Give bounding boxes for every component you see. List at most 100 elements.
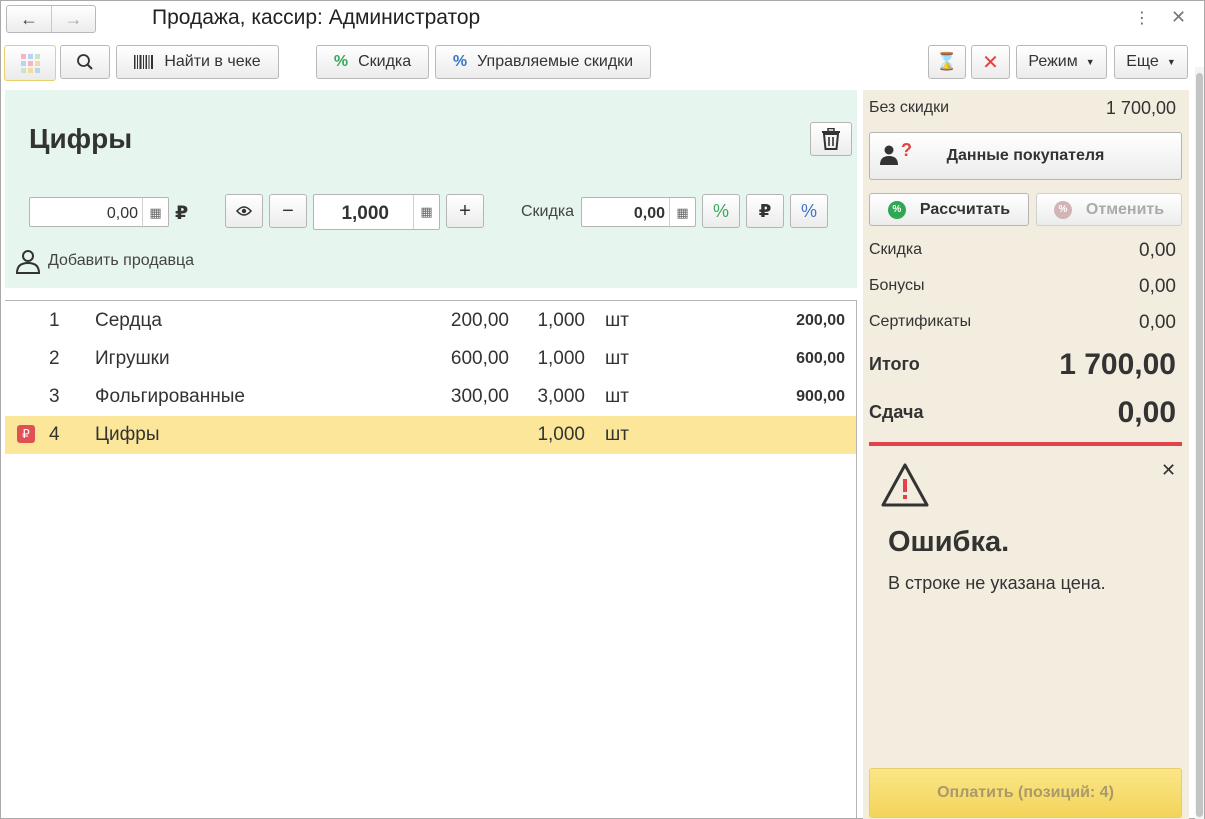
forward-button[interactable]: → (50, 6, 95, 32)
show-button[interactable] (225, 194, 263, 228)
find-in-receipt-button[interactable]: Найти в чеке (116, 45, 279, 79)
row-sum: 600,00 (796, 350, 845, 367)
certificates-line: Сертификаты 0,00 (869, 312, 1176, 333)
error-message: В строке не указана цена. (888, 573, 1106, 593)
calculator-icon[interactable]: ▦ (413, 195, 439, 229)
pay-button[interactable]: Оплатить (позиций: 4) (869, 768, 1182, 818)
back-button[interactable]: ← (7, 6, 51, 32)
more-dropdown[interactable]: Еще ▼ (1114, 45, 1188, 79)
change-line: Сдача 0,00 (869, 396, 1176, 429)
row-quantity: 3,000 (537, 386, 585, 407)
row-unit: шт (605, 310, 629, 331)
no-discount-label: Без скидки (869, 99, 950, 116)
window-title: Продажа, кассир: Администратор (152, 6, 481, 29)
scrollbar-thumb[interactable] (1196, 73, 1203, 817)
close-error-icon[interactable]: ✕ (1161, 460, 1176, 481)
table-row[interactable]: 2 Игрушки 600,00 1,000 шт 600,00 (5, 340, 856, 378)
eye-icon (236, 206, 252, 216)
row-number: 4 (49, 424, 60, 445)
add-seller-label: Добавить продавца (48, 252, 195, 269)
discount-line: Скидка 0,00 (869, 240, 1176, 261)
person-icon (15, 250, 41, 274)
scrollbar[interactable] (1195, 67, 1204, 819)
percent-icon: % (452, 53, 468, 70)
decrease-quantity-button[interactable]: − (269, 194, 307, 228)
calculate-label: Рассчитать (919, 200, 1011, 218)
mode-dropdown[interactable]: Режим ▼ (1016, 45, 1107, 79)
percent-icon: % (712, 200, 729, 221)
row-name: Игрушки (95, 348, 170, 369)
cancel-receipt-button[interactable]: ✕ (971, 45, 1010, 79)
row-unit: шт (605, 348, 629, 369)
bonuses-label: Бонусы (869, 277, 925, 294)
total-value: 1 700,00 (1059, 348, 1176, 381)
receipt-table: 1 Сердца 200,00 1,000 шт 200,00 2 Игрушк… (5, 300, 857, 818)
more-label: Еще (1126, 53, 1159, 70)
row-unit: шт (605, 424, 629, 445)
discount-field[interactable]: 0,00 ▦ (581, 197, 696, 228)
amount-discount-button[interactable]: ₽ (746, 194, 784, 228)
managed-discounts-button[interactable]: % Управляемые скидки (435, 45, 651, 79)
minus-icon: − (282, 199, 294, 222)
pay-label: Оплатить (позиций: 4) (937, 784, 1114, 801)
delete-item-button[interactable] (810, 122, 852, 156)
calculator-icon[interactable]: ▦ (669, 198, 695, 228)
bonuses-value: 0,00 (1139, 276, 1176, 297)
customer-unknown-icon: ? (880, 140, 912, 166)
search-button[interactable] (60, 45, 110, 79)
vertical-dots-icon[interactable]: ⋮ (1134, 8, 1150, 28)
arrow-right-icon: → (64, 8, 83, 29)
error-title: Ошибка. (888, 526, 1010, 558)
row-quantity: 1,000 (537, 424, 585, 445)
hourglass-icon: ⌛ (936, 52, 958, 71)
discount-button-label: Скидка (358, 53, 412, 70)
percent-icon: % (1053, 200, 1072, 219)
calculate-button[interactable]: % Рассчитать (869, 193, 1029, 226)
cancel-label: Отменить (1085, 200, 1165, 218)
increase-quantity-button[interactable]: + (446, 194, 484, 228)
certificates-value: 0,00 (1139, 312, 1176, 333)
no-price-warning-icon: ₽ (17, 425, 35, 443)
change-label: Сдача (869, 402, 924, 422)
mode-label: Режим (1028, 53, 1078, 70)
percent-discount-button[interactable]: % (702, 194, 740, 228)
currency-sign: ₽ (175, 203, 189, 224)
table-row[interactable]: 1 Сердца 200,00 1,000 шт 200,00 (5, 302, 856, 340)
trash-icon (822, 128, 840, 150)
total-label: Итого (869, 354, 920, 374)
sale-window: ← → Продажа, кассир: Администратор ⋮ ✕ Н… (0, 0, 1205, 819)
price-field[interactable]: 0,00 ▦ (29, 197, 169, 228)
row-number: 1 (49, 310, 60, 331)
price-value: 0,00 (106, 205, 138, 222)
add-seller-link[interactable]: Добавить продавца (15, 248, 194, 274)
discount-button[interactable]: % Скидка (316, 45, 429, 79)
close-icon: ✕ (982, 51, 999, 74)
table-row-selected[interactable]: ₽ 4 Цифры 1,000 шт (5, 416, 856, 454)
managed-discounts-label: Управляемые скидки (477, 53, 634, 70)
chevron-down-icon: ▼ (1166, 57, 1176, 67)
quick-products-button[interactable] (4, 45, 56, 81)
percent-icon: % (333, 53, 349, 70)
row-quantity: 1,000 (537, 310, 585, 331)
close-icon[interactable]: ✕ (1171, 7, 1186, 28)
ruble-icon: ₽ (758, 200, 772, 221)
customer-data-button[interactable]: ? Данные покупателя (869, 132, 1182, 180)
table-row[interactable]: 3 Фольгированные 300,00 3,000 шт 900,00 (5, 378, 856, 416)
arrow-left-icon: ← (19, 8, 38, 29)
certificates-label: Сертификаты (869, 313, 972, 330)
row-price: 600,00 (450, 348, 509, 369)
chevron-down-icon: ▼ (1085, 57, 1095, 67)
row-price: 200,00 (450, 310, 509, 331)
calculator-icon[interactable]: ▦ (142, 198, 168, 228)
discount-label: Скидка (869, 241, 923, 258)
quantity-field[interactable]: 1,000 ▦ (313, 194, 440, 230)
quantity-value: 1,000 (341, 203, 389, 224)
find-in-receipt-label: Найти в чеке (164, 53, 261, 70)
summary-panel: Без скидки 1 700,00 ? Данные покупателя … (863, 90, 1189, 819)
row-name: Цифры (95, 424, 160, 445)
discount-value: 0,00 (1139, 240, 1176, 261)
deferred-receipt-button[interactable]: ⌛ (928, 45, 966, 79)
managed-discount-button[interactable]: % (790, 194, 828, 228)
row-price: 300,00 (450, 386, 509, 407)
cancel-calculation-button[interactable]: % Отменить (1036, 193, 1182, 226)
